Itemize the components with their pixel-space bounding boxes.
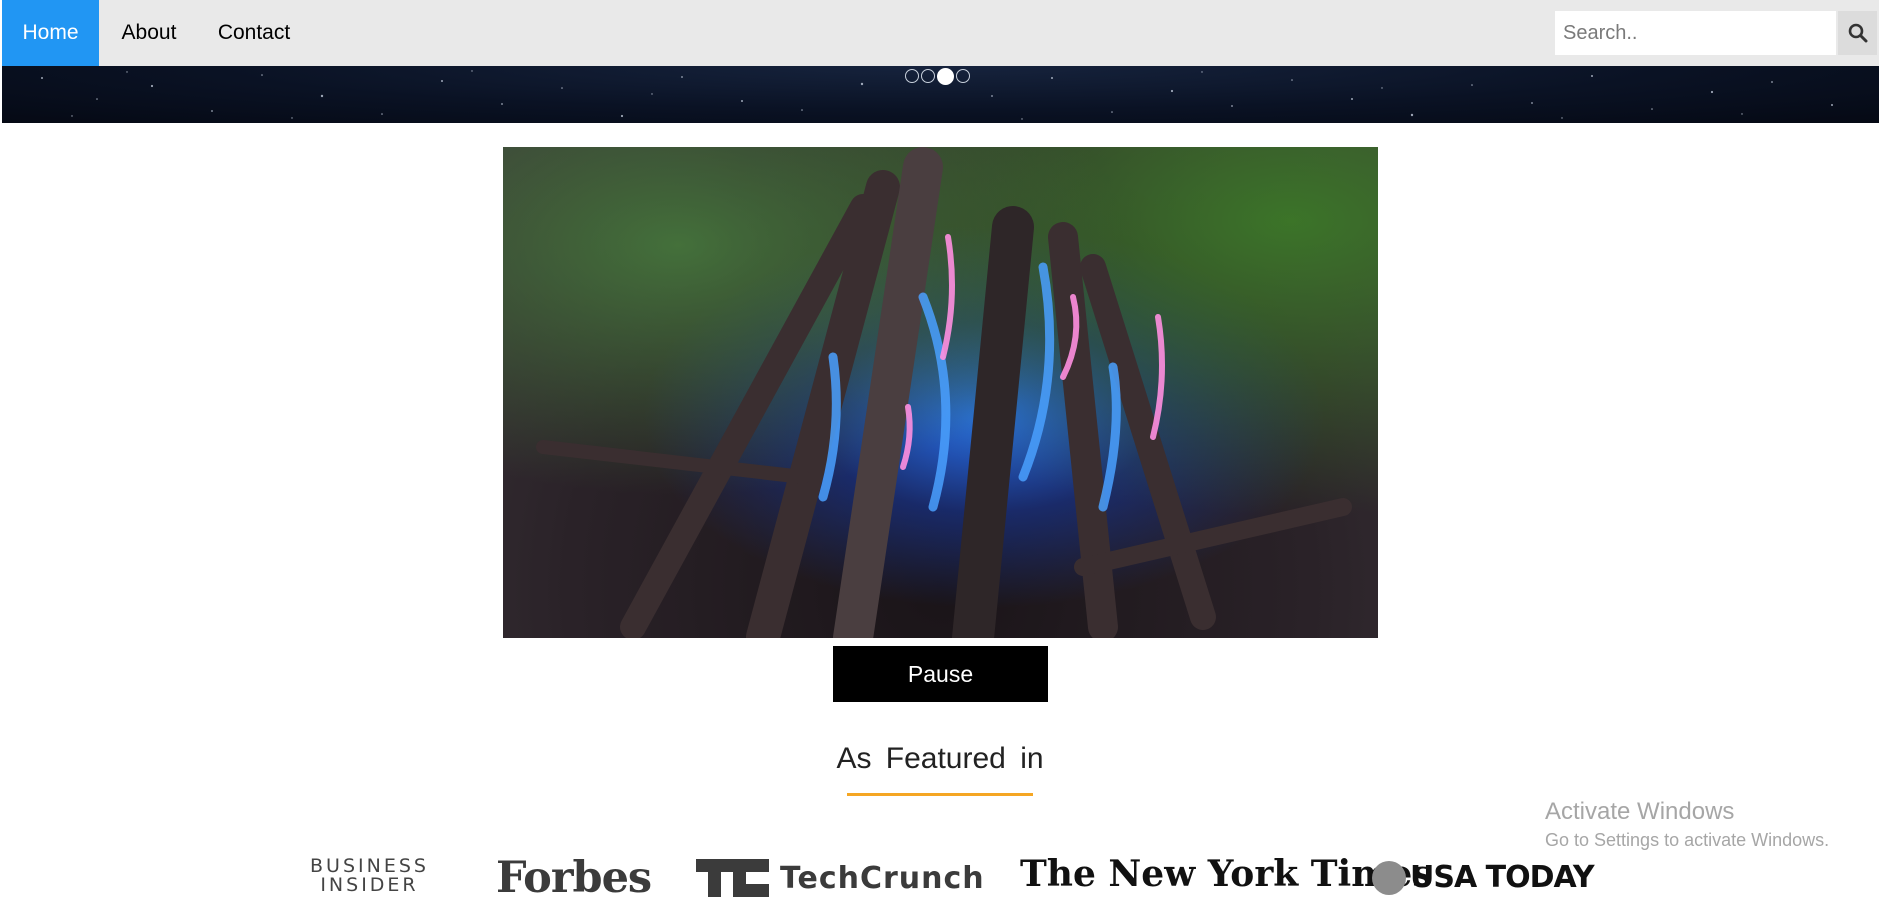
nav-about-link[interactable]: About <box>99 0 199 66</box>
activate-windows-watermark: Activate Windows Go to Settings to activ… <box>1545 797 1829 853</box>
usatoday-wordmark: USA TODAY <box>1410 860 1595 895</box>
usatoday-logo[interactable]: USA TODAY <box>1372 860 1595 895</box>
slider-dot[interactable] <box>956 69 970 83</box>
business-insider-line2: INSIDER <box>320 874 419 896</box>
techcrunch-mark-icon <box>696 859 769 897</box>
slider-dot[interactable] <box>921 69 935 83</box>
featured-underline <box>847 793 1033 796</box>
techcrunch-wordmark: TechCrunch <box>780 860 985 896</box>
forbes-logo[interactable]: Forbes <box>496 853 652 903</box>
pause-button[interactable]: Pause <box>833 646 1048 702</box>
nav-home-link[interactable]: Home <box>2 0 99 66</box>
campfire-image <box>536 147 1352 638</box>
campfire-video[interactable] <box>503 147 1378 638</box>
slider-dot[interactable] <box>905 69 919 83</box>
search-input[interactable] <box>1555 11 1836 55</box>
business-insider-logo[interactable]: BUSINESS INSIDER <box>310 857 429 895</box>
slider-dot-active[interactable] <box>937 67 954 85</box>
watermark-subtitle: Go to Settings to activate Windows. <box>1545 830 1830 850</box>
nav-contact-link[interactable]: Contact <box>199 0 309 66</box>
usatoday-circle-icon <box>1372 860 1406 895</box>
nyt-logo[interactable]: The New York Times <box>1020 853 1433 895</box>
featured-heading: As Featured in <box>836 742 1044 775</box>
slider-dots <box>905 67 970 85</box>
watermark-title: Activate Windows <box>1545 798 1735 825</box>
search-icon <box>1848 23 1867 43</box>
techcrunch-logo[interactable]: TechCrunch <box>696 859 985 897</box>
search-button[interactable] <box>1838 11 1877 55</box>
